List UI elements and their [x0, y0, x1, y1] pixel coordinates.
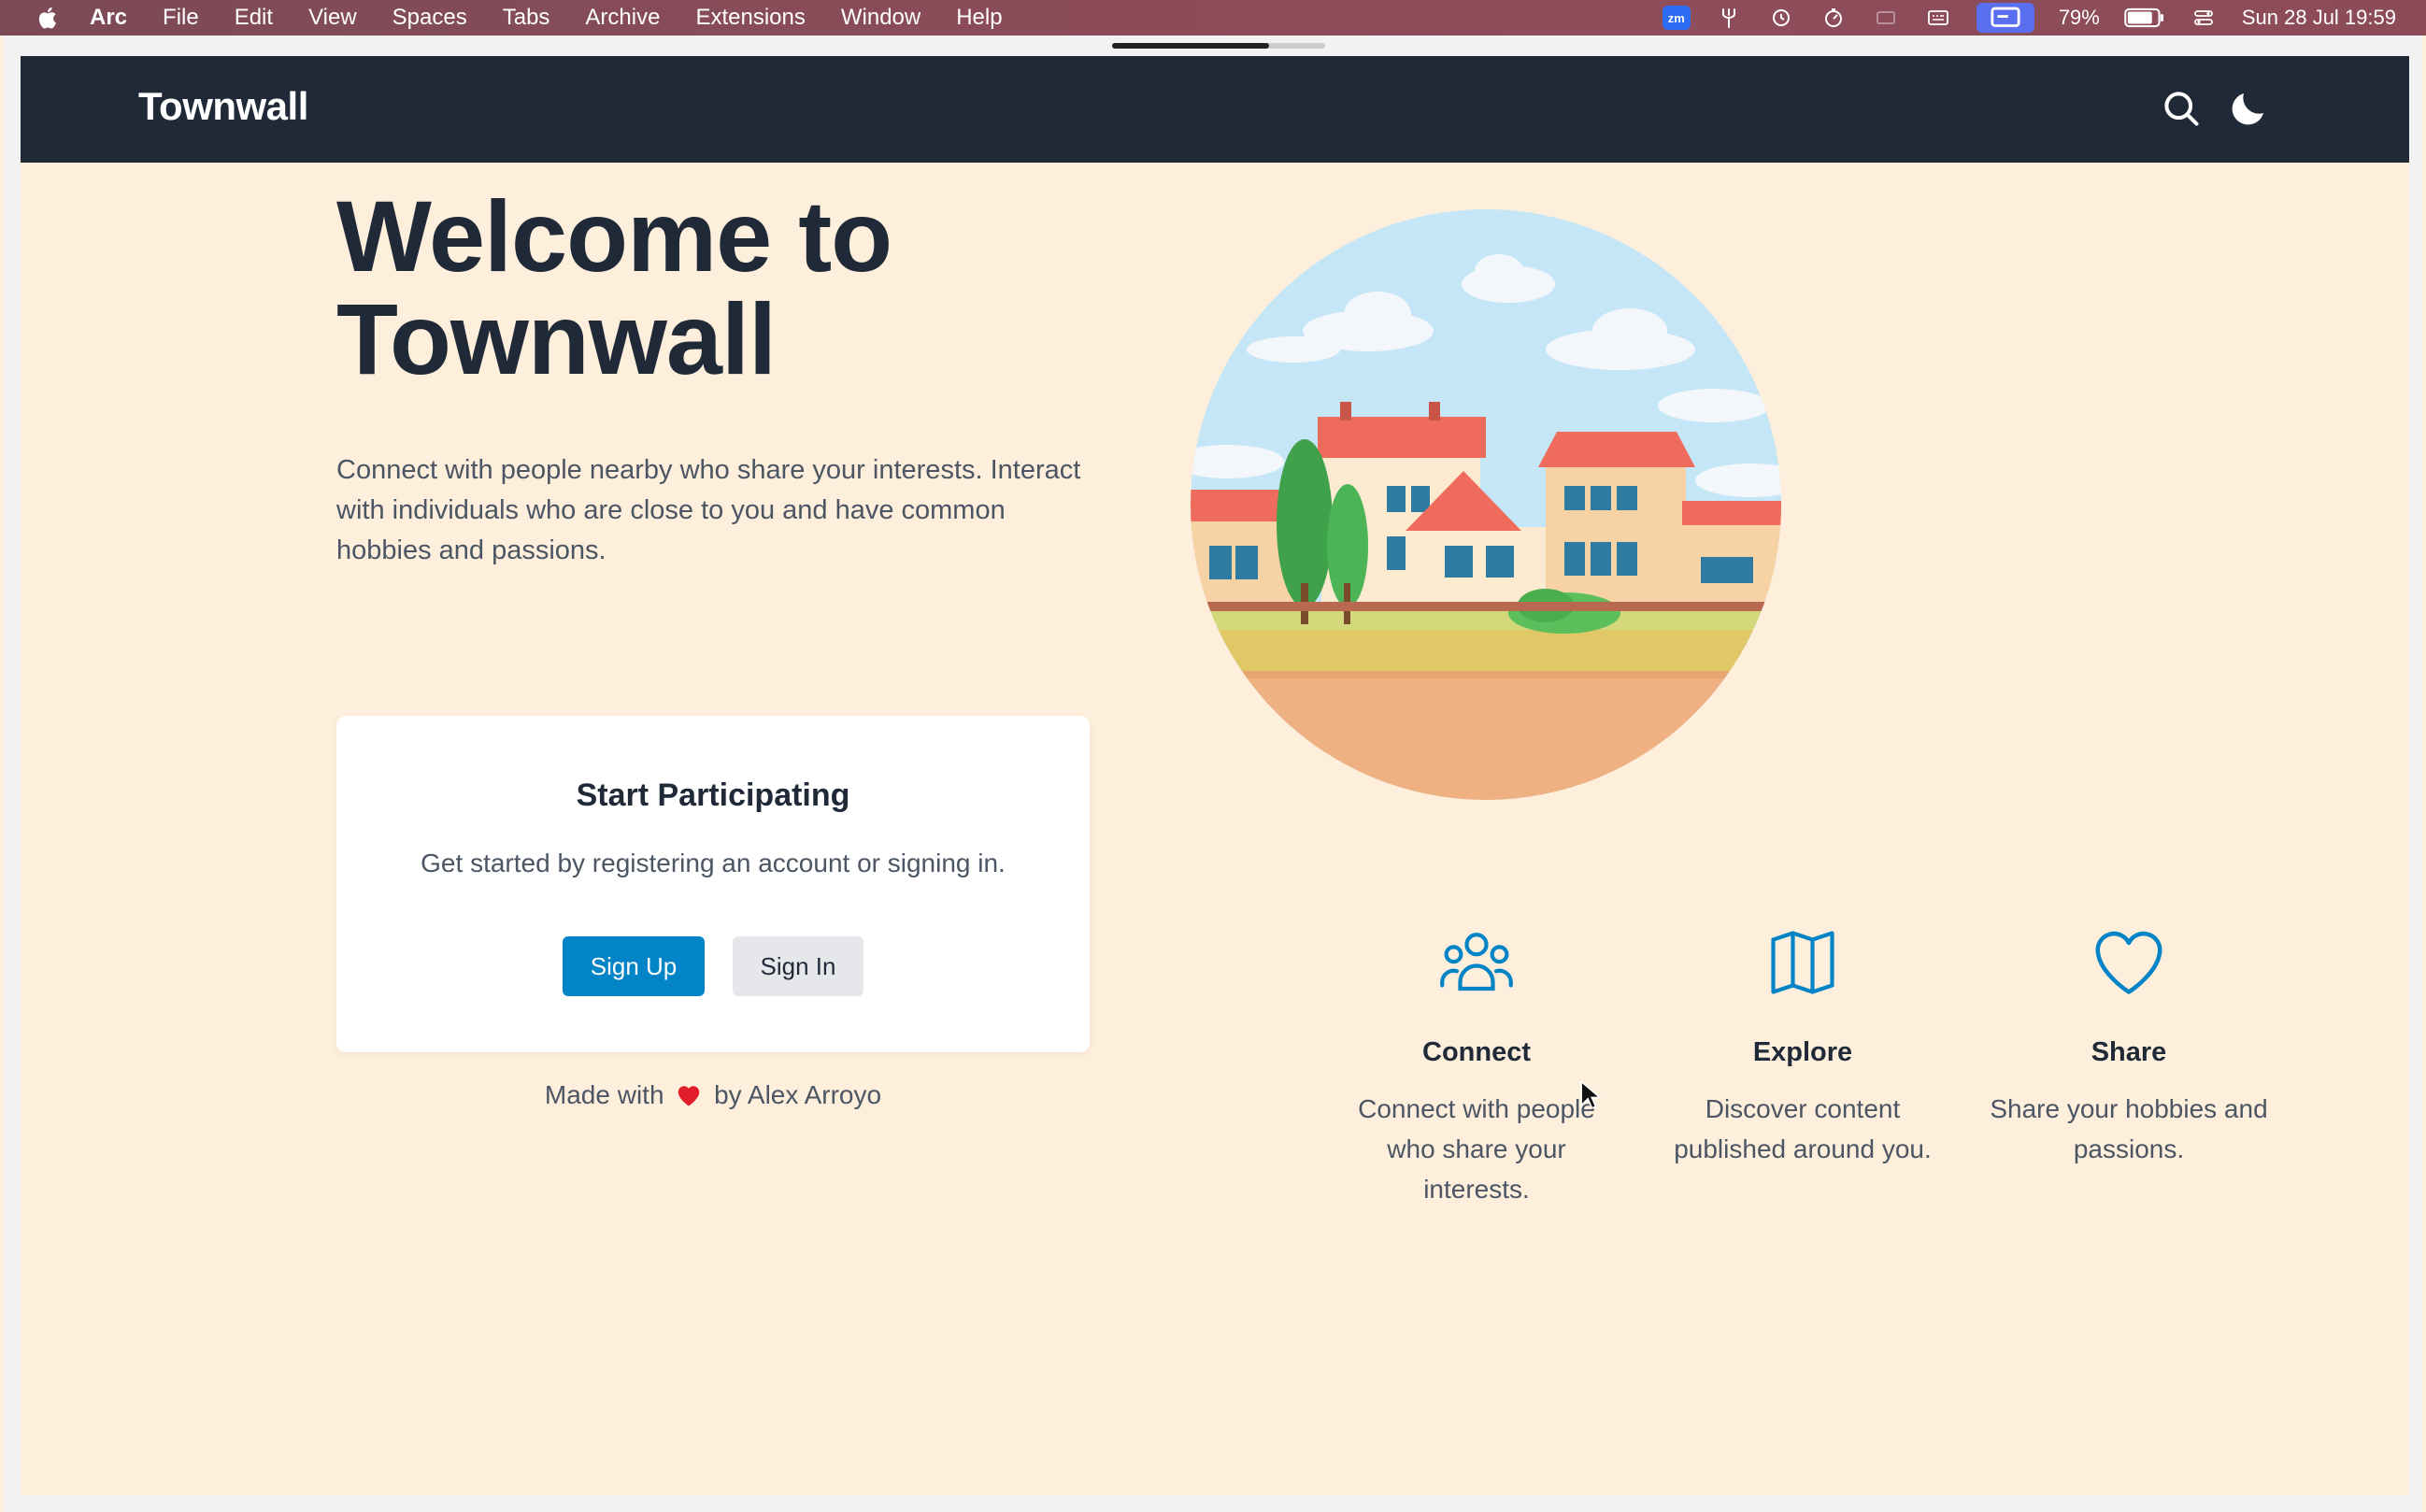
time-machine-icon[interactable]: [1767, 7, 1795, 29]
hero-title: Welcome to Townwall: [336, 179, 892, 395]
made-with-suffix: by Alex Arroyo: [714, 1080, 882, 1109]
people-group-icon: [1440, 933, 1513, 991]
card-subtitle: Get started by registering an account or…: [421, 849, 1006, 877]
made-with-prefix: Made with: [544, 1080, 664, 1109]
start-participating-card: Start Participating Get started by regis…: [336, 716, 1090, 1052]
search-icon[interactable]: [2161, 88, 2202, 129]
menu-window[interactable]: Window: [841, 5, 920, 31]
feature-share-desc: Share your hobbies and passions.: [1990, 1094, 2268, 1163]
menu-arc[interactable]: Arc: [90, 5, 127, 31]
menu-archive[interactable]: Archive: [585, 5, 660, 31]
window-drag-handle[interactable]: [1112, 43, 1325, 49]
apple-icon[interactable]: [36, 5, 62, 31]
menu-help[interactable]: Help: [956, 5, 1002, 31]
menu-edit[interactable]: Edit: [235, 5, 273, 31]
timer-icon[interactable]: [1820, 7, 1848, 29]
menu-file[interactable]: File: [163, 5, 199, 31]
feature-explore-desc: Discover content published around you.: [1674, 1094, 1932, 1163]
feature-connect-title: Connect: [1422, 1037, 1531, 1067]
sign-in-button[interactable]: Sign In: [733, 936, 863, 996]
hero-subtitle: Connect with people nearby who share you…: [336, 455, 1081, 565]
screen-mirroring-icon[interactable]: [1976, 3, 2034, 33]
made-with-credit: Made with by Alex Arroyo: [336, 1080, 1090, 1110]
fork-icon[interactable]: [1715, 7, 1743, 29]
feature-connect: Connect Connect with people who share yo…: [1336, 923, 1617, 1209]
keyboard-icon[interactable]: [1924, 7, 1952, 29]
sign-up-button[interactable]: Sign Up: [563, 936, 705, 996]
battery-percent: 79%: [2058, 6, 2100, 29]
mouse-cursor-icon: [1580, 1080, 1602, 1109]
card-title: Start Participating: [576, 777, 850, 813]
window-icon[interactable]: [1872, 7, 1900, 29]
control-center-icon[interactable]: [2190, 7, 2218, 29]
status-tray: zm 79% Sun 28 Jul 19:59: [1662, 0, 2396, 36]
feature-share: Share Share your hobbies and passions.: [1989, 923, 2269, 1169]
menu-view[interactable]: View: [308, 5, 357, 31]
moon-icon[interactable]: [2226, 86, 2271, 131]
feature-share-title: Share: [2091, 1037, 2167, 1067]
feature-connect-desc: Connect with people who share your inter…: [1358, 1094, 1595, 1204]
site-brand[interactable]: Townwall: [138, 84, 308, 129]
red-heart-icon: [678, 1086, 700, 1106]
feature-explore: Explore Discover content published aroun…: [1663, 923, 1943, 1169]
menu-clock[interactable]: Sun 28 Jul 19:59: [2242, 6, 2396, 30]
menu-spaces[interactable]: Spaces: [392, 5, 467, 31]
browser-window: Townwall Welcome to Townwall Connect wit…: [4, 36, 2422, 1512]
menu-tabs[interactable]: Tabs: [503, 5, 550, 31]
system-menu-bar: Arc File Edit View Spaces Tabs Archive E…: [0, 0, 2426, 36]
site-navbar: Townwall: [21, 56, 2409, 163]
map-icon: [1771, 931, 1834, 994]
heart-icon: [2095, 931, 2162, 994]
zoom-icon[interactable]: zm: [1662, 6, 1691, 30]
feature-explore-title: Explore: [1752, 1037, 1853, 1067]
menu-extensions[interactable]: Extensions: [695, 5, 805, 31]
web-page: Townwall Welcome to Townwall Connect wit…: [21, 56, 2409, 1495]
town-illustration: [1191, 209, 1781, 800]
battery-icon[interactable]: [2124, 7, 2165, 29]
